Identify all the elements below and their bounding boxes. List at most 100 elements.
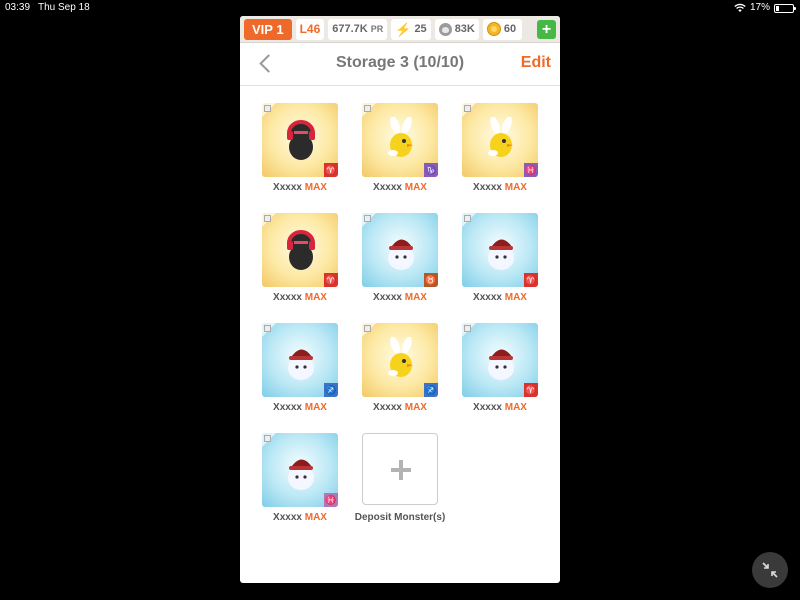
add-coins-button[interactable]: + bbox=[537, 19, 556, 39]
select-checkbox[interactable] bbox=[264, 215, 271, 222]
resource-bar: VIP 1 L46 677.7K PR ⚡ 25 83K 60 + bbox=[240, 16, 560, 43]
wifi-icon bbox=[734, 3, 746, 12]
monster-icon bbox=[384, 336, 418, 383]
max-tag: MAX bbox=[304, 182, 327, 193]
power-value: 677.7K bbox=[332, 23, 368, 35]
select-checkbox[interactable] bbox=[464, 215, 471, 222]
select-checkbox[interactable] bbox=[464, 105, 471, 112]
max-tag: MAX bbox=[304, 512, 327, 523]
monster-card[interactable]: ♈ bbox=[462, 213, 538, 287]
monster-card[interactable]: ♑ bbox=[362, 103, 438, 177]
compress-arrows-icon bbox=[762, 562, 778, 578]
monster-card[interactable]: ♉ bbox=[362, 213, 438, 287]
select-checkbox[interactable] bbox=[264, 435, 271, 442]
monster-slot[interactable]: ♈ Xxxxx MAX bbox=[450, 306, 550, 413]
edit-button[interactable]: Edit bbox=[521, 54, 551, 72]
monster-slot[interactable]: ♓ Xxxxx MAX bbox=[450, 86, 550, 193]
monster-icon bbox=[384, 227, 418, 273]
monster-card[interactable]: ♈ bbox=[262, 103, 338, 177]
status-right: 17% bbox=[734, 0, 796, 16]
storage-header: Storage 3 (10/10) Edit bbox=[240, 43, 560, 86]
monster-name: Xxxxx bbox=[373, 402, 402, 413]
monster-slot[interactable]: ♈ Xxxxx MAX bbox=[250, 86, 350, 193]
monster-label: Xxxxx MAX bbox=[450, 292, 550, 303]
lightning-icon: ⚡ bbox=[395, 21, 412, 37]
monster-card[interactable]: ♐ bbox=[362, 323, 438, 397]
monster-card[interactable]: ♈ bbox=[462, 323, 538, 397]
monster-icon bbox=[484, 116, 518, 163]
select-checkbox[interactable] bbox=[364, 215, 371, 222]
coin-counter: 60 bbox=[482, 18, 523, 40]
food-counter: 83K bbox=[434, 18, 479, 40]
monster-card[interactable]: ♓ bbox=[462, 103, 538, 177]
zodiac-badge-icon: ♐ bbox=[324, 383, 338, 397]
monster-name: Xxxxx bbox=[473, 292, 502, 303]
monster-name: Xxxxx bbox=[373, 292, 402, 303]
max-tag: MAX bbox=[404, 402, 427, 413]
max-tag: MAX bbox=[304, 292, 327, 303]
monster-icon bbox=[284, 117, 318, 163]
monster-label: Xxxxx MAX bbox=[250, 402, 350, 413]
status-date: Thu Sep 18 bbox=[38, 2, 90, 13]
deposit-slot[interactable]: Deposit Monster(s) bbox=[350, 416, 450, 523]
power-suffix: PR bbox=[370, 24, 384, 34]
monster-slot[interactable]: ♈ Xxxxx MAX bbox=[450, 196, 550, 303]
battery-percent: 17% bbox=[749, 2, 770, 13]
deposit-plus-button[interactable] bbox=[362, 433, 438, 505]
select-checkbox[interactable] bbox=[264, 105, 271, 112]
compress-button[interactable] bbox=[752, 552, 788, 588]
monster-icon bbox=[284, 227, 318, 273]
monster-label: Xxxxx MAX bbox=[250, 182, 350, 193]
monster-card[interactable]: ♓ bbox=[262, 433, 338, 507]
monster-label: Xxxxx MAX bbox=[350, 182, 450, 193]
monster-slot[interactable]: ♈ Xxxxx MAX bbox=[250, 196, 350, 303]
coin-icon bbox=[486, 22, 501, 36]
monster-slot[interactable]: ♐ Xxxxx MAX bbox=[350, 306, 450, 413]
food-value: 83K bbox=[454, 23, 475, 35]
vip-badge[interactable]: VIP 1 bbox=[244, 18, 292, 40]
monster-name: Xxxxx bbox=[273, 292, 302, 303]
monster-label: Xxxxx MAX bbox=[250, 292, 350, 303]
deposit-label: Deposit Monster(s) bbox=[354, 512, 446, 523]
select-checkbox[interactable] bbox=[264, 325, 271, 332]
select-checkbox[interactable] bbox=[364, 325, 371, 332]
monster-name: Xxxxx bbox=[273, 182, 302, 193]
player-stats: L46 bbox=[295, 18, 325, 40]
zodiac-badge-icon: ♈ bbox=[324, 163, 338, 177]
zodiac-badge-icon: ♓ bbox=[324, 493, 338, 507]
max-tag: MAX bbox=[504, 292, 527, 303]
max-tag: MAX bbox=[504, 182, 527, 193]
energy-counter: ⚡ 25 bbox=[391, 18, 431, 40]
status-bar: 03:39 Thu Sep 18 17% bbox=[0, 0, 800, 16]
monster-slot[interactable]: ♐ Xxxxx MAX bbox=[250, 306, 350, 413]
max-tag: MAX bbox=[304, 402, 327, 413]
page-title: Storage 3 (10/10) bbox=[335, 54, 465, 71]
monster-label: Xxxxx MAX bbox=[350, 402, 450, 413]
energy-value: 25 bbox=[414, 23, 427, 35]
zodiac-badge-icon: ♈ bbox=[324, 273, 338, 287]
monster-card[interactable]: ♈ bbox=[262, 213, 338, 287]
monster-label: Xxxxx MAX bbox=[450, 402, 550, 413]
monster-slot[interactable]: ♓ Xxxxx MAX bbox=[250, 416, 350, 523]
monster-slot[interactable]: ♉ Xxxxx MAX bbox=[350, 196, 450, 303]
monster-label: Xxxxx MAX bbox=[350, 292, 450, 303]
monster-icon bbox=[484, 227, 518, 273]
monster-name: Xxxxx bbox=[273, 402, 302, 413]
monster-icon bbox=[284, 337, 318, 383]
max-tag: MAX bbox=[504, 402, 527, 413]
zodiac-badge-icon: ♑ bbox=[424, 163, 438, 177]
power-rating: 677.7K PR bbox=[328, 18, 388, 40]
select-checkbox[interactable] bbox=[464, 325, 471, 332]
monster-name: Xxxxx bbox=[473, 182, 502, 193]
max-tag: MAX bbox=[404, 182, 427, 193]
monster-card[interactable]: ♐ bbox=[262, 323, 338, 397]
coin-value: 60 bbox=[503, 23, 517, 35]
monster-icon bbox=[284, 447, 318, 493]
zodiac-badge-icon: ♓ bbox=[524, 163, 538, 177]
zodiac-badge-icon: ♉ bbox=[424, 273, 438, 287]
storage-panel: VIP 1 L46 677.7K PR ⚡ 25 83K 60 + Storag… bbox=[240, 16, 560, 583]
status-time: 03:39 bbox=[5, 2, 31, 13]
battery-icon bbox=[774, 3, 796, 13]
monster-slot[interactable]: ♑ Xxxxx MAX bbox=[350, 86, 450, 193]
select-checkbox[interactable] bbox=[364, 105, 371, 112]
